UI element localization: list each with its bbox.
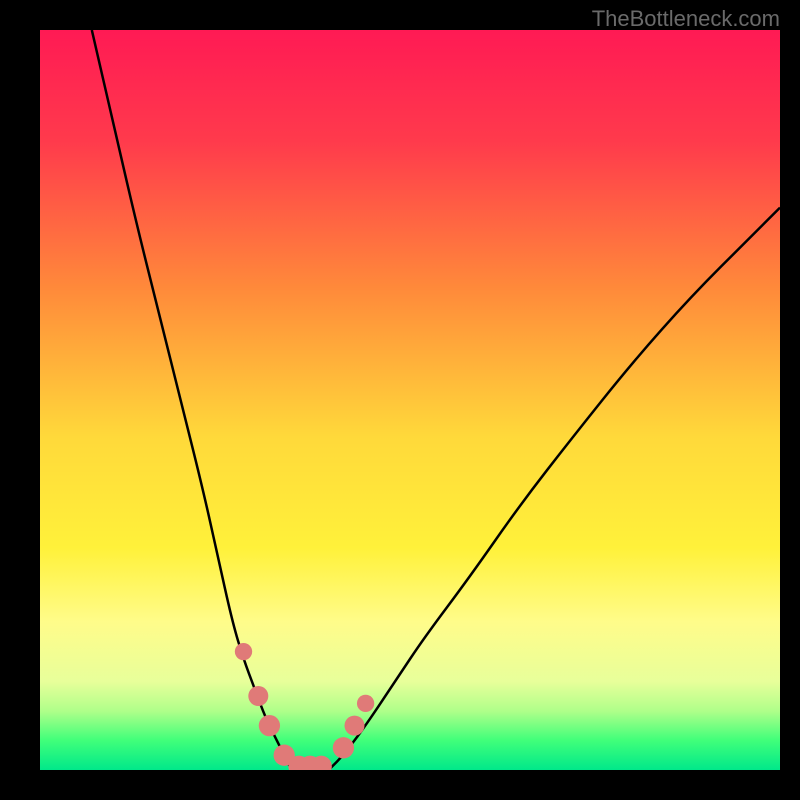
left-marker-1 bbox=[235, 643, 252, 660]
left-marker-2 bbox=[248, 686, 268, 706]
right-marker-3 bbox=[357, 695, 374, 712]
right-marker-2 bbox=[345, 716, 365, 736]
chart-svg bbox=[40, 30, 780, 770]
left-marker-3 bbox=[259, 715, 280, 736]
watermark-text: TheBottleneck.com bbox=[592, 6, 780, 32]
right-marker-1 bbox=[333, 737, 354, 758]
chart-plot-area bbox=[40, 30, 780, 770]
